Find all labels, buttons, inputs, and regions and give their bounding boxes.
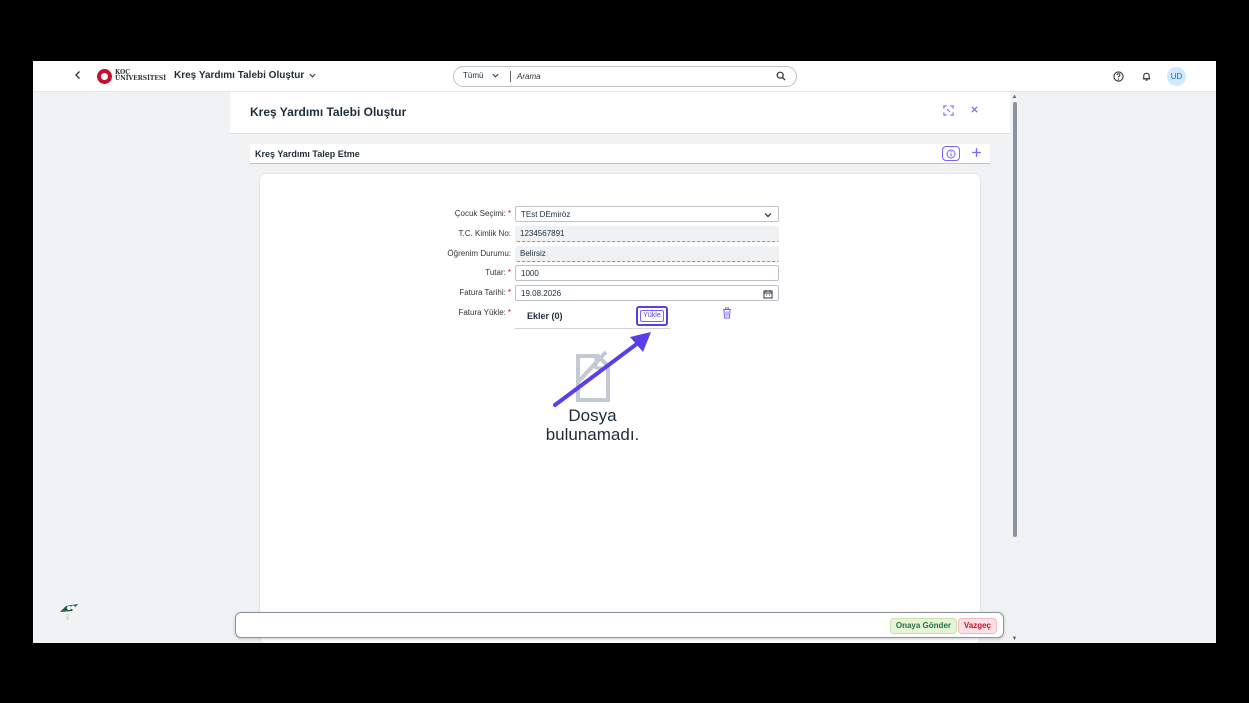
dialog-actions (942, 105, 980, 117)
upload-button-label: Yükle (640, 310, 664, 322)
tc-field: 1234567891 (515, 226, 779, 242)
section-title: Kreş Yardımı Talep Etme (255, 149, 360, 159)
search-icon[interactable] (776, 71, 786, 81)
amount-label: Tutar: * (485, 268, 511, 277)
search-scope-select[interactable]: Tümü (463, 71, 500, 80)
shell-actions: UD (1111, 67, 1186, 86)
logo-mark-icon (97, 68, 112, 84)
annotation-arrow (553, 332, 651, 407)
form-row-tc: T.C. Kimlik No: 1234567891 (260, 226, 980, 242)
add-button[interactable] (971, 145, 982, 161)
cancel-button[interactable]: Vazgeç (957, 618, 997, 634)
notifications-button[interactable] (1139, 70, 1153, 84)
search-divider (510, 71, 511, 82)
form-row-invoice-date: Fatura Tarihi: * 19.08.2026 (260, 285, 980, 301)
scroll-thumb[interactable] (1013, 102, 1017, 537)
amount-input[interactable]: 1000 (515, 265, 779, 281)
child-select[interactable]: TEst DEmiröz (515, 206, 779, 222)
required-mark: * (507, 209, 511, 218)
search-input[interactable]: Arama (517, 72, 541, 81)
screen: KOÇ ÜNİVERSİTESİ Kreş Yardımı Talebi Olu… (33, 61, 1216, 643)
dialog-footer: Onaya Gönder Vazgeç (235, 612, 1004, 638)
required-mark: * (507, 268, 511, 277)
tc-label: T.C. Kimlik No: (458, 229, 511, 238)
submit-for-approval-button[interactable]: Onaya Gönder (889, 618, 957, 634)
fullscreen-button[interactable] (942, 105, 954, 117)
no-files-line2: bulunamadı. (545, 425, 640, 444)
shell-bar: KOÇ ÜNİVERSİTESİ Kreş Yardımı Talebi Olu… (33, 61, 1216, 92)
child-label: Çocuk Seçimi: * (454, 209, 511, 218)
app-title-menu[interactable]: Kreş Yardımı Talebi Oluştur (174, 70, 317, 81)
calendar-icon[interactable] (763, 289, 773, 299)
dialog-header: Kreş Yardımı Talebi Oluştur (230, 92, 1010, 134)
required-mark: * (507, 288, 511, 297)
scroll-down-icon[interactable]: ▼ (1011, 636, 1018, 642)
required-mark: * (507, 308, 511, 317)
invoice-date-value: 19.08.2026 (521, 289, 562, 298)
chevron-down-icon (309, 73, 316, 78)
scroll-up-icon[interactable]: ▲ (1011, 94, 1018, 100)
global-search[interactable]: Tümü Arama (453, 66, 797, 87)
invoice-date-picker[interactable]: 19.08.2026 (515, 285, 779, 301)
info-button[interactable] (942, 146, 960, 161)
vertical-scrollbar[interactable]: ▲ ▼ (1011, 94, 1018, 642)
section-header: Kreş Yardımı Talep Etme (250, 144, 990, 164)
fullscreen-icon (942, 105, 954, 116)
app-title: Kreş Yardımı Talebi Oluştur (174, 70, 305, 81)
logo-line2: ÜNİVERSİTESİ (115, 75, 167, 82)
invoice-date-label: Fatura Tarihi: * (459, 288, 511, 297)
bell-icon (1142, 72, 1150, 81)
trash-icon[interactable] (722, 307, 732, 319)
back-button[interactable] (71, 69, 85, 83)
form-row-education: Öğrenim Durumu: Belirsiz (260, 246, 980, 262)
chevron-down-icon (492, 73, 500, 78)
help-button[interactable] (1111, 70, 1125, 84)
upload-button[interactable]: Yükle (636, 306, 668, 326)
form-row-amount: Tutar: * 1000 (260, 265, 980, 281)
form-row-child: Çocuk Seçimi: * TEst DEmiröz (260, 206, 980, 222)
create-request-dialog: Kreş Yardımı Talebi Oluştur Kreş Yardımı… (230, 92, 1010, 643)
dialog-title: Kreş Yardımı Talebi Oluştur (250, 105, 407, 119)
info-icon (946, 149, 956, 158)
assistant-launcher-icon[interactable] (57, 598, 81, 622)
invoice-upload-label: Fatura Yükle: * (458, 308, 511, 317)
plus-icon (972, 148, 981, 157)
user-avatar[interactable]: UD (1167, 67, 1186, 86)
search-scope-label: Tümü (463, 71, 484, 80)
chevron-down-icon (764, 213, 772, 218)
chevron-left-icon (75, 71, 80, 79)
close-icon (970, 106, 978, 113)
help-icon (1112, 71, 1124, 82)
child-select-value: TEst DEmiröz (521, 210, 571, 219)
attachments-title: Ekler (0) (527, 311, 563, 321)
education-label: Öğrenim Durumu: (447, 249, 511, 258)
company-logo[interactable]: KOÇ ÜNİVERSİTESİ (97, 68, 166, 84)
close-button[interactable] (968, 105, 980, 117)
education-field: Belirsiz (515, 246, 779, 262)
